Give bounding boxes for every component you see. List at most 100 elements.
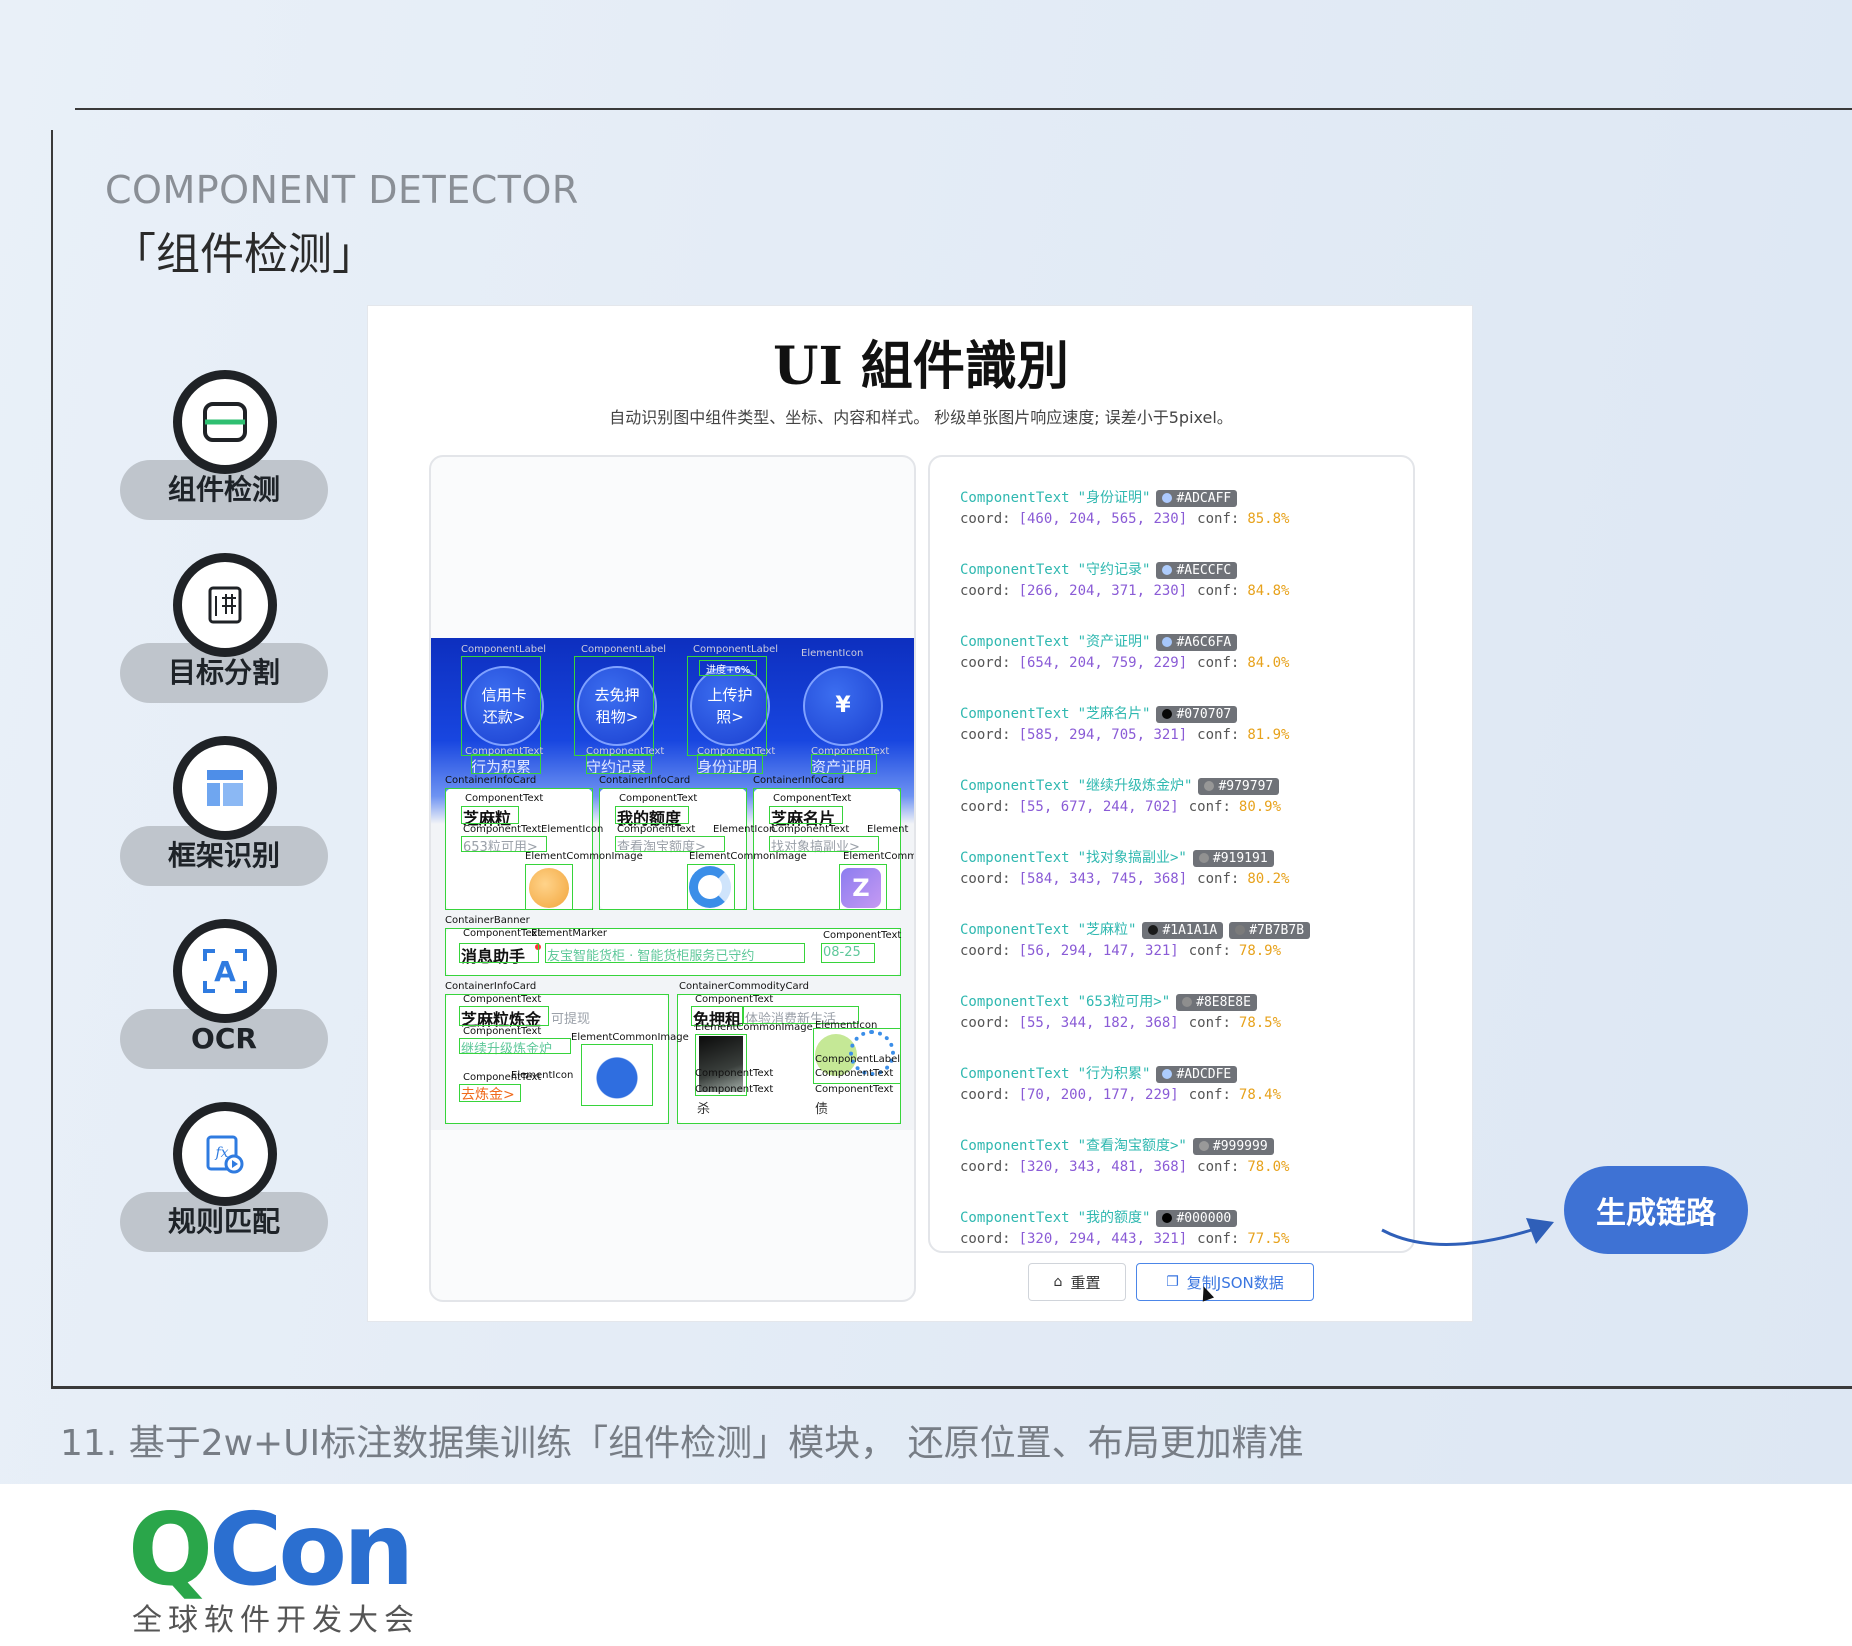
- annotation-box: [459, 1006, 549, 1026]
- color-chip: #979797: [1198, 778, 1280, 795]
- result-type: ComponentText: [960, 1066, 1070, 1082]
- color-hex: #8E8E8E: [1196, 995, 1251, 1010]
- annotation-box: [581, 1044, 653, 1106]
- color-dot-icon: [1162, 637, 1173, 647]
- result-row-header: ComponentText "找对象搞副业>" #919191: [960, 847, 1274, 867]
- generate-pipeline-button[interactable]: 生成链路: [1564, 1166, 1748, 1254]
- nav-item-layout[interactable]: 框架识别: [120, 736, 328, 886]
- annotated-image-view[interactable]: 信用卡 还款> 去免押 租物> 上传护 照> ¥ 行为积累 守约记录 身份证明 资产证…: [429, 455, 916, 1302]
- annotation-label: ContainerInfoCard: [753, 775, 845, 786]
- result-row-header: ComponentText "653粒可用>" #8E8E8E: [960, 991, 1257, 1011]
- result-type: ComponentText: [960, 490, 1070, 506]
- annotation-label: ComponentText: [617, 824, 696, 835]
- annotation-label: ComponentText: [465, 746, 544, 757]
- app-circle-asset: ¥: [803, 666, 883, 746]
- result-row-header: ComponentText "继续升级炼金炉" #979797: [960, 775, 1280, 795]
- ocr-icon: A: [173, 919, 277, 1023]
- conf-value: 78.5%: [1238, 1015, 1282, 1031]
- result-text: "查看淘宝额度>": [1077, 1138, 1187, 1154]
- coord-label: coord:: [960, 655, 1011, 671]
- annotation-label: ElementCommonImage: [525, 851, 643, 862]
- annotation-label: ComponentText: [773, 793, 852, 804]
- conf-label: conf:: [1197, 655, 1240, 671]
- annotation-label: ComponentText: [465, 793, 544, 804]
- result-text: "继续升级炼金炉": [1077, 778, 1193, 794]
- color-chip: #000000: [1156, 1210, 1238, 1227]
- result-row-header: ComponentText "芝麻粒" #1A1A1A #7B7B7B: [960, 919, 1311, 939]
- coord-label: coord:: [960, 727, 1011, 743]
- annotation-label: ContainerInfoCard: [445, 775, 537, 786]
- color-dot-icon: [1162, 709, 1173, 719]
- conf-label: conf:: [1197, 583, 1240, 599]
- coord-value: [584, 343, 745, 368]: [1018, 871, 1188, 887]
- annotation-box: [471, 754, 541, 774]
- layout-icon: [173, 736, 277, 840]
- coord-label: coord:: [960, 583, 1011, 599]
- color-hex: #1A1A1A: [1162, 923, 1218, 938]
- annotation-box: [461, 836, 547, 852]
- color-chip: #1A1A1A: [1142, 922, 1224, 939]
- annotation-label: ComponentText: [463, 1026, 542, 1037]
- coord-label: coord:: [960, 799, 1011, 815]
- annotation-label: ComponentText: [463, 824, 542, 835]
- nav-item-segmentation[interactable]: 目标分割: [120, 553, 328, 703]
- result-text: "资产证明": [1077, 634, 1151, 650]
- coord-label: coord:: [960, 1015, 1011, 1031]
- color-dot-icon: [1198, 853, 1209, 863]
- result-row-detail: coord: [460, 204, 565, 230] conf: 85.8%: [960, 511, 1289, 527]
- frame-left-line: [51, 130, 53, 1387]
- annotation-label: ElementIcon: [801, 648, 864, 659]
- conf-label: conf:: [1188, 1015, 1231, 1031]
- frame-top-line: [75, 108, 1852, 110]
- conf-value: 84.0%: [1247, 655, 1290, 671]
- annotation-label: ElementComm: [843, 851, 914, 862]
- alchemy-tag: 可提现: [551, 1012, 591, 1027]
- nav-item-ocr[interactable]: OCR A: [120, 919, 328, 1069]
- result-row-header: ComponentText "守约记录" #AECCFC: [960, 559, 1238, 579]
- frame-bottom-line: [51, 1386, 1852, 1389]
- annotation-box: [461, 806, 519, 824]
- coord-label: coord:: [960, 1087, 1011, 1103]
- copy-json-button[interactable]: ❐ 复制JSON数据: [1136, 1263, 1314, 1301]
- annotation-box: [586, 754, 652, 774]
- coord-value: [266, 204, 371, 230]: [1018, 583, 1188, 599]
- annotation-label: ElementCommonImage: [571, 1032, 689, 1043]
- conf-label: conf:: [1188, 1087, 1231, 1103]
- conf-value: 80.2%: [1247, 871, 1290, 887]
- conf-value: 80.9%: [1238, 799, 1282, 815]
- component-detect-icon: [173, 370, 277, 474]
- annotation-label: ElementMarker: [531, 928, 607, 939]
- results-list[interactable]: ComponentText "身份证明" #ADCAFF coord: [460, 20…: [928, 455, 1415, 1253]
- annotated-app-screenshot: 信用卡 还款> 去免押 租物> 上传护 照> ¥ 行为积累 守约记录 身份证明 资产证…: [431, 638, 914, 1130]
- annotation-label: ContainerBanner: [445, 915, 530, 926]
- panel-subtitle: 自动识别图中组件类型、坐标、内容和样式。 秒级单张图片响应速度; 误差小于5pi…: [609, 408, 1233, 427]
- conf-label: conf:: [1197, 1159, 1240, 1175]
- annotation-box: [811, 754, 877, 774]
- color-dot-icon: [1198, 1141, 1209, 1151]
- color-hex: #ADCAFF: [1176, 491, 1232, 506]
- rule-match-icon: fx: [173, 1102, 277, 1206]
- slide-caption: 11. 基于2w+UI标注数据集训练「组件检测」模块， 还原位置、布局更加精准: [60, 1423, 1304, 1464]
- svg-text:A: A: [214, 955, 236, 988]
- reset-button-label: 重置: [1070, 1273, 1101, 1292]
- nav-item-component-detect[interactable]: 组件检测: [120, 370, 328, 520]
- result-type: ComponentText: [960, 1210, 1070, 1226]
- coord-label: coord:: [960, 1231, 1011, 1247]
- progress-badge: 进度+6%: [706, 665, 751, 676]
- color-hex: #999999: [1212, 1139, 1268, 1154]
- result-text: "找对象搞副业>": [1077, 850, 1187, 866]
- color-hex: #979797: [1218, 779, 1274, 794]
- result-text: "我的额度": [1077, 1210, 1151, 1226]
- coord-value: [320, 294, 443, 321]: [1018, 1231, 1188, 1247]
- color-dot-icon: [1162, 493, 1173, 503]
- coord-value: [70, 200, 177, 229]: [1018, 1087, 1179, 1103]
- conf-value: 78.9%: [1238, 943, 1282, 959]
- result-row-detail: coord: [585, 294, 705, 321] conf: 81.9%: [960, 727, 1289, 743]
- color-hex: #ADCDFE: [1176, 1067, 1232, 1082]
- color-chip: #ADCDFE: [1156, 1066, 1238, 1083]
- reset-button[interactable]: ⌂ 重置: [1028, 1263, 1126, 1301]
- recognition-panel: UI 組件識別 自动识别图中组件类型、坐标、内容和样式。 秒级单张图片响应速度;…: [367, 305, 1473, 1322]
- result-type: ComponentText: [960, 634, 1070, 650]
- result-row-header: ComponentText "行为积累" #ADCDFE: [960, 1063, 1238, 1083]
- nav-item-rule-match[interactable]: 规则匹配 fx: [120, 1102, 328, 1252]
